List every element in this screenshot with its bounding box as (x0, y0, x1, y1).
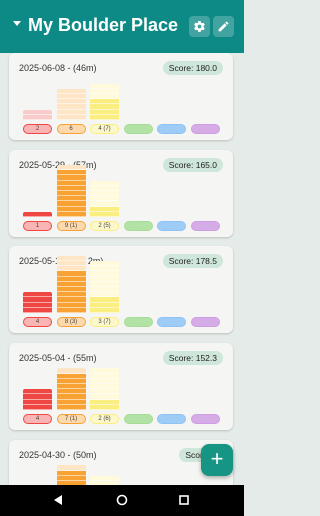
settings-icon (194, 21, 205, 32)
grade-bars (23, 147, 223, 217)
session-list[interactable]: 2025-06-08 - (46m) Score: 180.0 264 (7) … (0, 53, 244, 485)
session-card[interactable]: 2025-04-30 - (50m) Score: 1 (9, 440, 233, 485)
climb-segment (90, 211, 119, 217)
climb-segment (56, 114, 86, 120)
grade-pill-green[interactable] (123, 124, 153, 134)
grade-pill-red[interactable]: 2 (23, 124, 52, 134)
climb-segment (23, 114, 52, 120)
recents-icon[interactable] (178, 494, 190, 506)
grade-bar-orange (56, 368, 86, 410)
grade-bar-orange (56, 165, 86, 217)
grade-pill-green[interactable] (123, 317, 153, 327)
grade-pill-purple[interactable] (190, 414, 220, 424)
climb-segment (23, 307, 52, 313)
grade-pill-blue[interactable] (157, 414, 186, 424)
chevron-down-icon[interactable] (11, 17, 23, 29)
climb-segment (23, 404, 52, 410)
grade-bars (23, 53, 223, 120)
grade-pill-blue[interactable] (157, 221, 186, 231)
add-session-button[interactable]: + (201, 444, 233, 476)
grade-pill-green[interactable] (123, 414, 153, 424)
settings-button[interactable] (189, 16, 210, 37)
grade-bar-yellow (90, 261, 119, 313)
grade-pills: 1 9 (1) 2 (5) (23, 220, 233, 231)
session-card[interactable]: 2025-05-04 - (55m) Score: 152.3 47 (1) 2 … (9, 343, 233, 430)
edit-button[interactable] (213, 16, 234, 37)
grade-bar-red (23, 109, 52, 120)
session-card[interactable]: 2025-05-29 - (57m) Score: 165.0 19 (1)2 … (9, 150, 233, 237)
back-icon[interactable] (52, 494, 64, 506)
climb-segment (56, 211, 86, 217)
grade-pill-yellow[interactable]: 3 (7) (90, 317, 119, 327)
grade-bar-orange (56, 465, 86, 485)
grade-pills: 4 8 (3) 3 (7) (23, 316, 233, 327)
grade-pills: 4 7 (1) 2 (6) (23, 413, 233, 424)
climb-segment (90, 114, 119, 120)
grade-bar-red (23, 389, 52, 410)
grade-pill-yellow[interactable]: 2 (6) (90, 414, 119, 424)
grade-pill-orange[interactable]: 7 (1) (56, 414, 86, 424)
grade-bars (23, 340, 223, 410)
session-card[interactable]: 2025-05-11 - (1h 2m) Score: 178.5 48 (3)… (9, 246, 233, 333)
grade-pill-purple[interactable] (190, 317, 220, 327)
grade-pills: 26 4 (7) (23, 123, 233, 134)
grade-pill-green[interactable] (123, 221, 153, 231)
grade-pill-red[interactable]: 4 (23, 317, 52, 327)
page-title[interactable]: My Boulder Place (28, 15, 178, 36)
grade-pill-blue[interactable] (157, 124, 186, 134)
grade-pill-red[interactable]: 4 (23, 414, 52, 424)
grade-bar-yellow (90, 83, 119, 120)
grade-bar-yellow (90, 368, 119, 410)
climb-segment (56, 404, 86, 410)
grade-bar-orange (56, 255, 86, 313)
grade-bar-red (23, 211, 52, 217)
grade-pill-orange[interactable]: 8 (3) (56, 317, 86, 327)
app-bar: My Boulder Place (0, 0, 244, 53)
system-nav-bar (0, 485, 244, 516)
grade-bars (23, 437, 223, 485)
grade-pill-orange[interactable]: 9 (1) (56, 221, 86, 231)
grade-bars (23, 243, 223, 313)
grade-bar-orange (56, 88, 86, 120)
climb-segment (23, 211, 52, 217)
grade-pill-purple[interactable] (190, 124, 220, 134)
grade-pill-blue[interactable] (157, 317, 186, 327)
grade-bar-red (23, 292, 52, 313)
add-icon: + (210, 446, 224, 471)
grade-pill-yellow[interactable]: 2 (5) (90, 221, 119, 231)
session-card[interactable]: 2025-06-08 - (46m) Score: 180.0 264 (7) (9, 53, 233, 140)
grade-bar-yellow (90, 475, 119, 485)
climb-segment (90, 307, 119, 313)
grade-bar-yellow (90, 180, 119, 217)
grade-pill-red[interactable]: 1 (23, 221, 52, 231)
grade-pill-yellow[interactable]: 4 (7) (90, 124, 119, 134)
grade-pill-purple[interactable] (190, 221, 220, 231)
edit-icon (218, 21, 229, 32)
climb-segment (90, 404, 119, 410)
home-icon[interactable] (116, 494, 128, 506)
climb-segment (56, 307, 86, 313)
grade-pill-orange[interactable]: 6 (56, 124, 86, 134)
